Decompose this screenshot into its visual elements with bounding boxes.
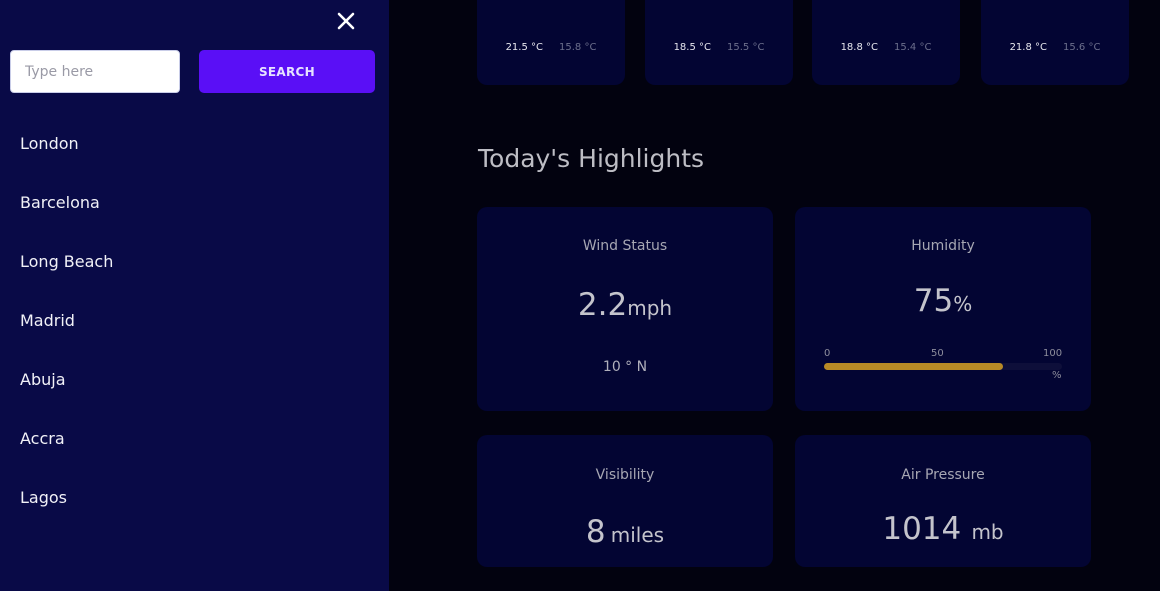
forecast-temps: 21.8 °C 15.6 °C bbox=[981, 42, 1129, 53]
air-pressure-unit: mb bbox=[971, 520, 1004, 544]
city-item-long-beach[interactable]: Long Beach bbox=[0, 232, 389, 291]
close-button[interactable] bbox=[334, 9, 358, 33]
search-sidebar: SEARCH London Barcelona Long Beach Madri… bbox=[0, 0, 389, 591]
city-item-abuja[interactable]: Abuja bbox=[0, 350, 389, 409]
forecast-card: 21.5 °C 15.8 °C bbox=[477, 0, 625, 85]
city-item-barcelona[interactable]: Barcelona bbox=[0, 173, 389, 232]
wind-status-label: Wind Status bbox=[582, 238, 668, 254]
humidity-scale-mid: 50 bbox=[931, 348, 944, 359]
close-icon bbox=[337, 12, 355, 30]
forecast-max-temp: 18.5 °C bbox=[673, 42, 711, 53]
city-list: London Barcelona Long Beach Madrid Abuja… bbox=[0, 114, 389, 527]
humidity-value: 75% bbox=[795, 283, 1091, 319]
humidity-scale-min: 0 bbox=[824, 348, 831, 359]
wind-status-value: 2.2mph bbox=[477, 287, 773, 323]
search-button[interactable]: SEARCH bbox=[199, 50, 375, 93]
forecast-min-temp: 15.5 °C bbox=[727, 42, 765, 53]
wind-direction: 10 ° N bbox=[602, 359, 648, 375]
weather-app: SEARCH London Barcelona Long Beach Madri… bbox=[0, 0, 1160, 591]
humidity-bar bbox=[824, 363, 1062, 370]
humidity-scale-max: 100 bbox=[1043, 348, 1063, 359]
city-item-accra[interactable]: Accra bbox=[0, 409, 389, 468]
city-item-madrid[interactable]: Madrid bbox=[0, 291, 389, 350]
humidity-unit: % bbox=[953, 292, 973, 316]
humidity-scale-unit: % bbox=[1052, 370, 1062, 381]
forecast-max-temp: 21.8 °C bbox=[1009, 42, 1047, 53]
wind-status-card: Wind Status 2.2mph 10 ° N bbox=[477, 207, 773, 411]
forecast-max-temp: 21.5 °C bbox=[505, 42, 543, 53]
humidity-label: Humidity bbox=[911, 238, 975, 254]
air-pressure-number: 1014 bbox=[882, 511, 962, 547]
air-pressure-card: Air Pressure 1014 mb bbox=[795, 435, 1091, 567]
forecast-card: 18.5 °C 15.5 °C bbox=[645, 0, 793, 85]
forecast-temps: 18.8 °C 15.4 °C bbox=[812, 42, 960, 53]
visibility-label: Visibility bbox=[595, 467, 655, 483]
visibility-number: 8 bbox=[585, 514, 606, 550]
highlights-title: Today's Highlights bbox=[478, 144, 705, 173]
search-input[interactable] bbox=[10, 50, 180, 93]
humidity-card: Humidity 75% 0 50 100 % bbox=[795, 207, 1091, 411]
air-pressure-value: 1014 mb bbox=[795, 511, 1091, 547]
forecast-temps: 18.5 °C 15.5 °C bbox=[645, 42, 793, 53]
humidity-number: 75 bbox=[913, 283, 954, 319]
forecast-min-temp: 15.6 °C bbox=[1063, 42, 1101, 53]
wind-speed-unit: mph bbox=[627, 296, 673, 320]
visibility-unit: miles bbox=[610, 523, 665, 547]
wind-speed: 2.2 bbox=[577, 287, 628, 323]
forecast-min-temp: 15.8 °C bbox=[559, 42, 597, 53]
city-item-london[interactable]: London bbox=[0, 114, 389, 173]
humidity-bar-fill bbox=[824, 363, 1003, 370]
air-pressure-label: Air Pressure bbox=[901, 467, 985, 483]
forecast-card: 18.8 °C 15.4 °C bbox=[812, 0, 960, 85]
visibility-value: 8 miles bbox=[477, 514, 773, 550]
forecast-card: 21.8 °C 15.6 °C bbox=[981, 0, 1129, 85]
forecast-max-temp: 18.8 °C bbox=[840, 42, 878, 53]
city-item-lagos[interactable]: Lagos bbox=[0, 468, 389, 527]
forecast-temps: 21.5 °C 15.8 °C bbox=[477, 42, 625, 53]
forecast-min-temp: 15.4 °C bbox=[894, 42, 932, 53]
visibility-card: Visibility 8 miles bbox=[477, 435, 773, 567]
